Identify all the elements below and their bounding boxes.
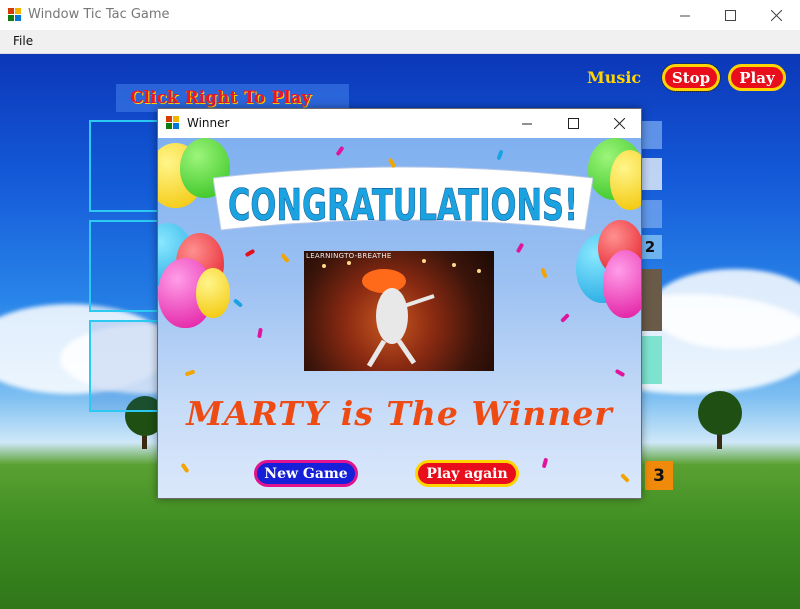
confetti xyxy=(180,462,190,474)
confetti xyxy=(335,145,345,157)
side-box xyxy=(640,336,662,384)
dancing-zebra-image xyxy=(322,259,481,368)
confetti xyxy=(620,473,630,483)
side-box xyxy=(640,158,662,190)
close-button[interactable] xyxy=(753,0,799,30)
balloon-image xyxy=(610,150,641,210)
confetti xyxy=(496,149,504,161)
minimize-icon xyxy=(679,15,690,16)
winner-dialog: Winner CONGRATULATIONS! LEARNINGTO-BREAT… xyxy=(157,108,642,499)
minimize-button[interactable] xyxy=(662,0,708,30)
play-button[interactable]: Play xyxy=(728,64,786,91)
maximize-icon xyxy=(567,118,579,129)
side-box xyxy=(640,121,662,149)
minimize-icon xyxy=(521,123,532,125)
music-label: Music xyxy=(587,68,642,87)
confetti xyxy=(515,242,525,254)
player-avatar xyxy=(640,269,662,331)
dialog-body: CONGRATULATIONS! LEARNINGTO-BREATHE MART… xyxy=(158,138,641,498)
dialog-minimize-button[interactable] xyxy=(504,109,550,138)
score-count-box: 3 xyxy=(645,461,673,490)
app-icon xyxy=(166,116,179,129)
app-icon xyxy=(8,8,21,21)
balloon-image xyxy=(603,250,641,318)
close-icon xyxy=(613,118,625,129)
confetti xyxy=(614,368,626,378)
tree-image xyxy=(698,391,742,449)
play-again-button[interactable]: Play again xyxy=(415,460,519,487)
confetti xyxy=(541,457,549,469)
side-box xyxy=(640,200,662,228)
confetti xyxy=(540,267,548,279)
confetti xyxy=(560,313,570,323)
main-titlebar: Window Tic Tac Game xyxy=(0,0,800,30)
click-right-label: Click Right To Play xyxy=(130,88,312,108)
maximize-button[interactable] xyxy=(707,0,753,30)
maximize-icon xyxy=(724,9,736,21)
confetti xyxy=(244,248,256,258)
balloon-image xyxy=(196,268,230,318)
winner-announcement: MARTY is The Winner xyxy=(186,394,613,433)
confetti xyxy=(257,327,263,339)
winner-photo: LEARNINGTO-BREATHE xyxy=(304,251,494,371)
confetti xyxy=(232,298,244,308)
banner-text: CONGRATULATIONS! xyxy=(228,180,578,231)
window-title: Window Tic Tac Game xyxy=(28,7,170,22)
congratulations-banner: CONGRATULATIONS! xyxy=(213,166,593,231)
close-icon xyxy=(770,9,782,21)
confetti xyxy=(280,252,290,264)
dialog-close-button[interactable] xyxy=(596,109,642,138)
dialog-title: Winner xyxy=(187,116,230,130)
new-game-button[interactable]: New Game xyxy=(254,460,358,487)
dialog-maximize-button[interactable] xyxy=(550,109,596,138)
photo-caption: LEARNINGTO-BREATHE xyxy=(306,252,392,260)
dialog-titlebar: Winner xyxy=(158,109,641,138)
confetti xyxy=(184,369,196,377)
stop-button[interactable]: Stop xyxy=(661,63,721,92)
menubar: File xyxy=(0,30,800,54)
menu-file[interactable]: File xyxy=(13,34,33,48)
